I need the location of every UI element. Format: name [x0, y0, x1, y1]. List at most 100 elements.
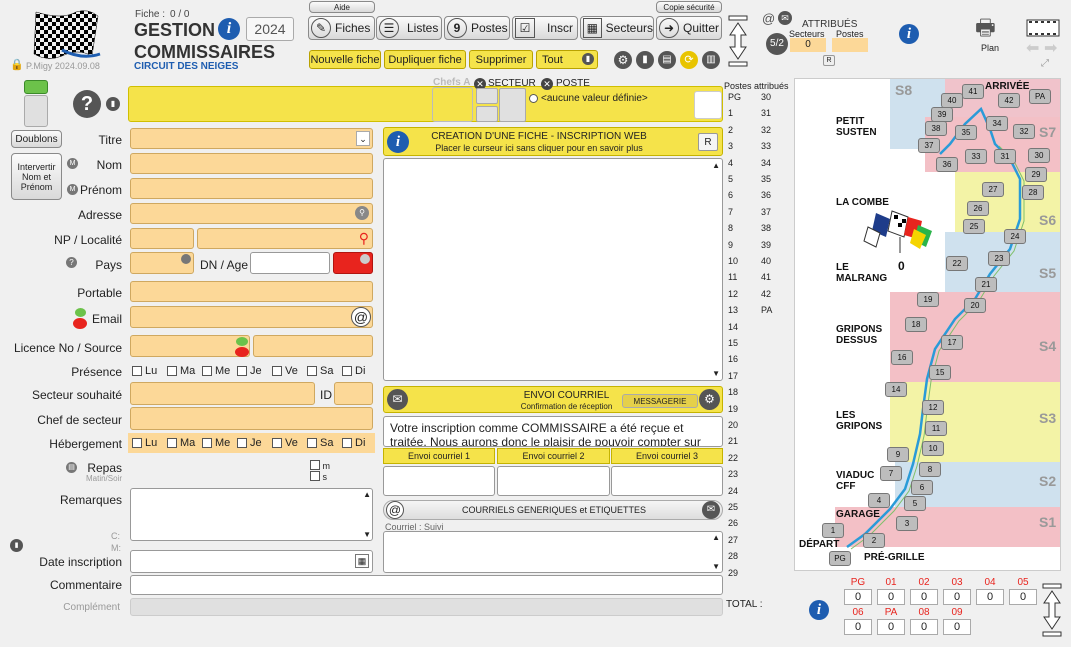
poste-marker[interactable]: 31 [994, 149, 1016, 164]
navigate-arrows-icon[interactable] [728, 15, 748, 67]
age-field[interactable] [333, 252, 373, 274]
presence-je-checkbox[interactable]: Je [233, 365, 268, 377]
presence-sa-checkbox[interactable]: Sa [303, 365, 338, 377]
poste-marker[interactable]: 27 [982, 182, 1004, 197]
poste-marker[interactable]: 7 [880, 466, 902, 481]
poste-marker[interactable]: 6 [911, 480, 933, 495]
poste-marker[interactable]: 8 [919, 462, 941, 477]
prenom-field[interactable] [130, 178, 373, 199]
poste-marker[interactable]: 30 [1028, 148, 1050, 163]
secteur-box-1[interactable] [476, 88, 498, 104]
poste-marker[interactable]: 38 [925, 121, 947, 136]
stats-icon[interactable]: ▮ [636, 51, 654, 69]
poste-marker[interactable]: PG [829, 551, 851, 566]
courriel-1-field[interactable] [383, 466, 495, 496]
presence-di-checkbox[interactable]: Di [338, 365, 373, 377]
scroll-up-icon[interactable]: ▲ [363, 490, 371, 499]
at-email-icon[interactable]: @ [351, 307, 371, 327]
poste-marker[interactable]: 26 [967, 201, 989, 216]
poste-radio[interactable] [529, 94, 538, 103]
help-icon[interactable]: ? [73, 90, 101, 118]
mail-header[interactable]: ✉ ENVOI COURRIEL Confirmation de récepti… [383, 386, 723, 413]
poste-marker[interactable]: 3 [896, 516, 918, 531]
hebergement-me-checkbox[interactable]: Me [198, 437, 233, 449]
date-inscription-field[interactable]: ▦ [130, 550, 373, 573]
hebergement-je-checkbox[interactable]: Je [233, 437, 268, 449]
nom-field[interactable] [130, 153, 373, 174]
poste-marker[interactable]: 36 [936, 157, 958, 172]
poste-marker[interactable]: 28 [1022, 185, 1044, 200]
at-generic-icon[interactable]: @ [386, 501, 404, 519]
postes-button[interactable]: 9 Postes [444, 16, 510, 40]
adresse-field[interactable]: ⚲ [130, 203, 373, 224]
intervertir-button[interactable]: Intervertir Nom et Prénom [11, 153, 62, 200]
web-r-button[interactable]: R [698, 133, 718, 151]
scroll-down-icon[interactable]: ▼ [363, 530, 371, 539]
web-textarea[interactable]: ▲ ▼ [383, 158, 723, 381]
info-icon-right[interactable]: i [899, 24, 919, 44]
poste-clear-icon[interactable]: ✕ [541, 78, 553, 90]
copie-securite-button[interactable]: Copie sécurité [656, 1, 722, 13]
book-icon[interactable]: ▥ [702, 51, 720, 69]
np-field[interactable] [130, 228, 194, 249]
stats-small-icon[interactable]: ▮ [10, 539, 23, 552]
presence-me-checkbox[interactable]: Me [198, 365, 233, 377]
poste-marker[interactable]: 41 [962, 84, 984, 99]
courriel-3-field[interactable] [611, 466, 723, 496]
aide-button[interactable]: Aide [309, 1, 375, 13]
doublons-button[interactable]: Doublons [11, 130, 62, 148]
chevron-down-icon[interactable]: ⌄ [356, 131, 370, 146]
at-icon[interactable]: @ [762, 11, 775, 26]
poste-marker[interactable]: 24 [1004, 229, 1026, 244]
id-field[interactable] [334, 382, 373, 405]
messagerie-button[interactable]: MESSAGERIE [622, 394, 698, 408]
supprimer-button[interactable]: Supprimer [469, 50, 533, 69]
poste-marker[interactable]: 16 [891, 350, 913, 365]
inscr-button[interactable]: ☑ Inscr [512, 16, 578, 40]
web-scroll-down-icon[interactable]: ▼ [712, 369, 720, 378]
poste-marker[interactable]: 2 [863, 533, 885, 548]
presence-ve-checkbox[interactable]: Ve [268, 365, 303, 377]
printer-icon[interactable]: 🖶 [975, 17, 996, 39]
poste-marker[interactable]: 17 [941, 335, 963, 350]
complement-field[interactable] [130, 598, 723, 616]
mail-text[interactable]: Votre inscription comme COMMISSAIRE a ét… [383, 416, 723, 447]
secteur-box-2[interactable] [476, 106, 498, 122]
commentaire-field[interactable] [130, 575, 723, 595]
licence-field[interactable] [130, 335, 250, 357]
chef-secteur-field[interactable] [130, 407, 373, 430]
suivi-scroll-up-icon[interactable]: ▲ [712, 533, 720, 542]
remarques-field[interactable]: ▲ ▼ [130, 488, 373, 541]
poste-marker[interactable]: 1 [822, 523, 844, 538]
web-scroll-up-icon[interactable]: ▲ [712, 161, 720, 170]
tout-button[interactable]: Tout ▮ [536, 50, 598, 69]
expand-icon[interactable]: ⤢ [1041, 58, 1049, 69]
poste-marker[interactable]: 9 [887, 447, 909, 462]
hebergement-sa-checkbox[interactable]: Sa [303, 437, 338, 449]
hebergement-ma-checkbox[interactable]: Ma [163, 437, 198, 449]
hebergement-lu-checkbox[interactable]: Lu [128, 437, 163, 449]
refresh-icon[interactable]: ⟳ [680, 51, 698, 69]
suivi-scroll-down-icon[interactable]: ▼ [712, 562, 720, 571]
secteurs-button[interactable]: ▦ Secteurs [580, 16, 654, 40]
envoi-courriel-1-button[interactable]: Envoi courriel 1 [383, 448, 495, 464]
poste-marker[interactable]: PA [1029, 89, 1051, 104]
bottom-nav-arrows-icon[interactable] [1042, 583, 1062, 637]
document-icon[interactable]: ▤ [658, 51, 676, 69]
presence-ma-checkbox[interactable]: Ma [163, 365, 198, 377]
poste-marker[interactable]: 32 [1013, 124, 1035, 139]
poste-marker[interactable]: 25 [963, 219, 985, 234]
poste-marker[interactable]: 29 [1025, 167, 1047, 182]
email-field[interactable]: @ [130, 306, 373, 328]
poste-marker[interactable]: 42 [998, 93, 1020, 108]
poste-marker[interactable]: 40 [941, 93, 963, 108]
poste-marker[interactable]: 15 [929, 365, 951, 380]
poste-marker[interactable]: 20 [964, 298, 986, 313]
dn-field[interactable] [250, 252, 330, 274]
poste-marker[interactable]: 34 [986, 116, 1008, 131]
repas-m-checkbox[interactable]: m [310, 460, 330, 471]
envelope-generic-icon[interactable]: ✉ [702, 501, 720, 519]
secteur-souhaite-field[interactable] [130, 382, 315, 405]
poste-marker[interactable]: 10 [922, 441, 944, 456]
presence-lu-checkbox[interactable]: Lu [128, 365, 163, 377]
